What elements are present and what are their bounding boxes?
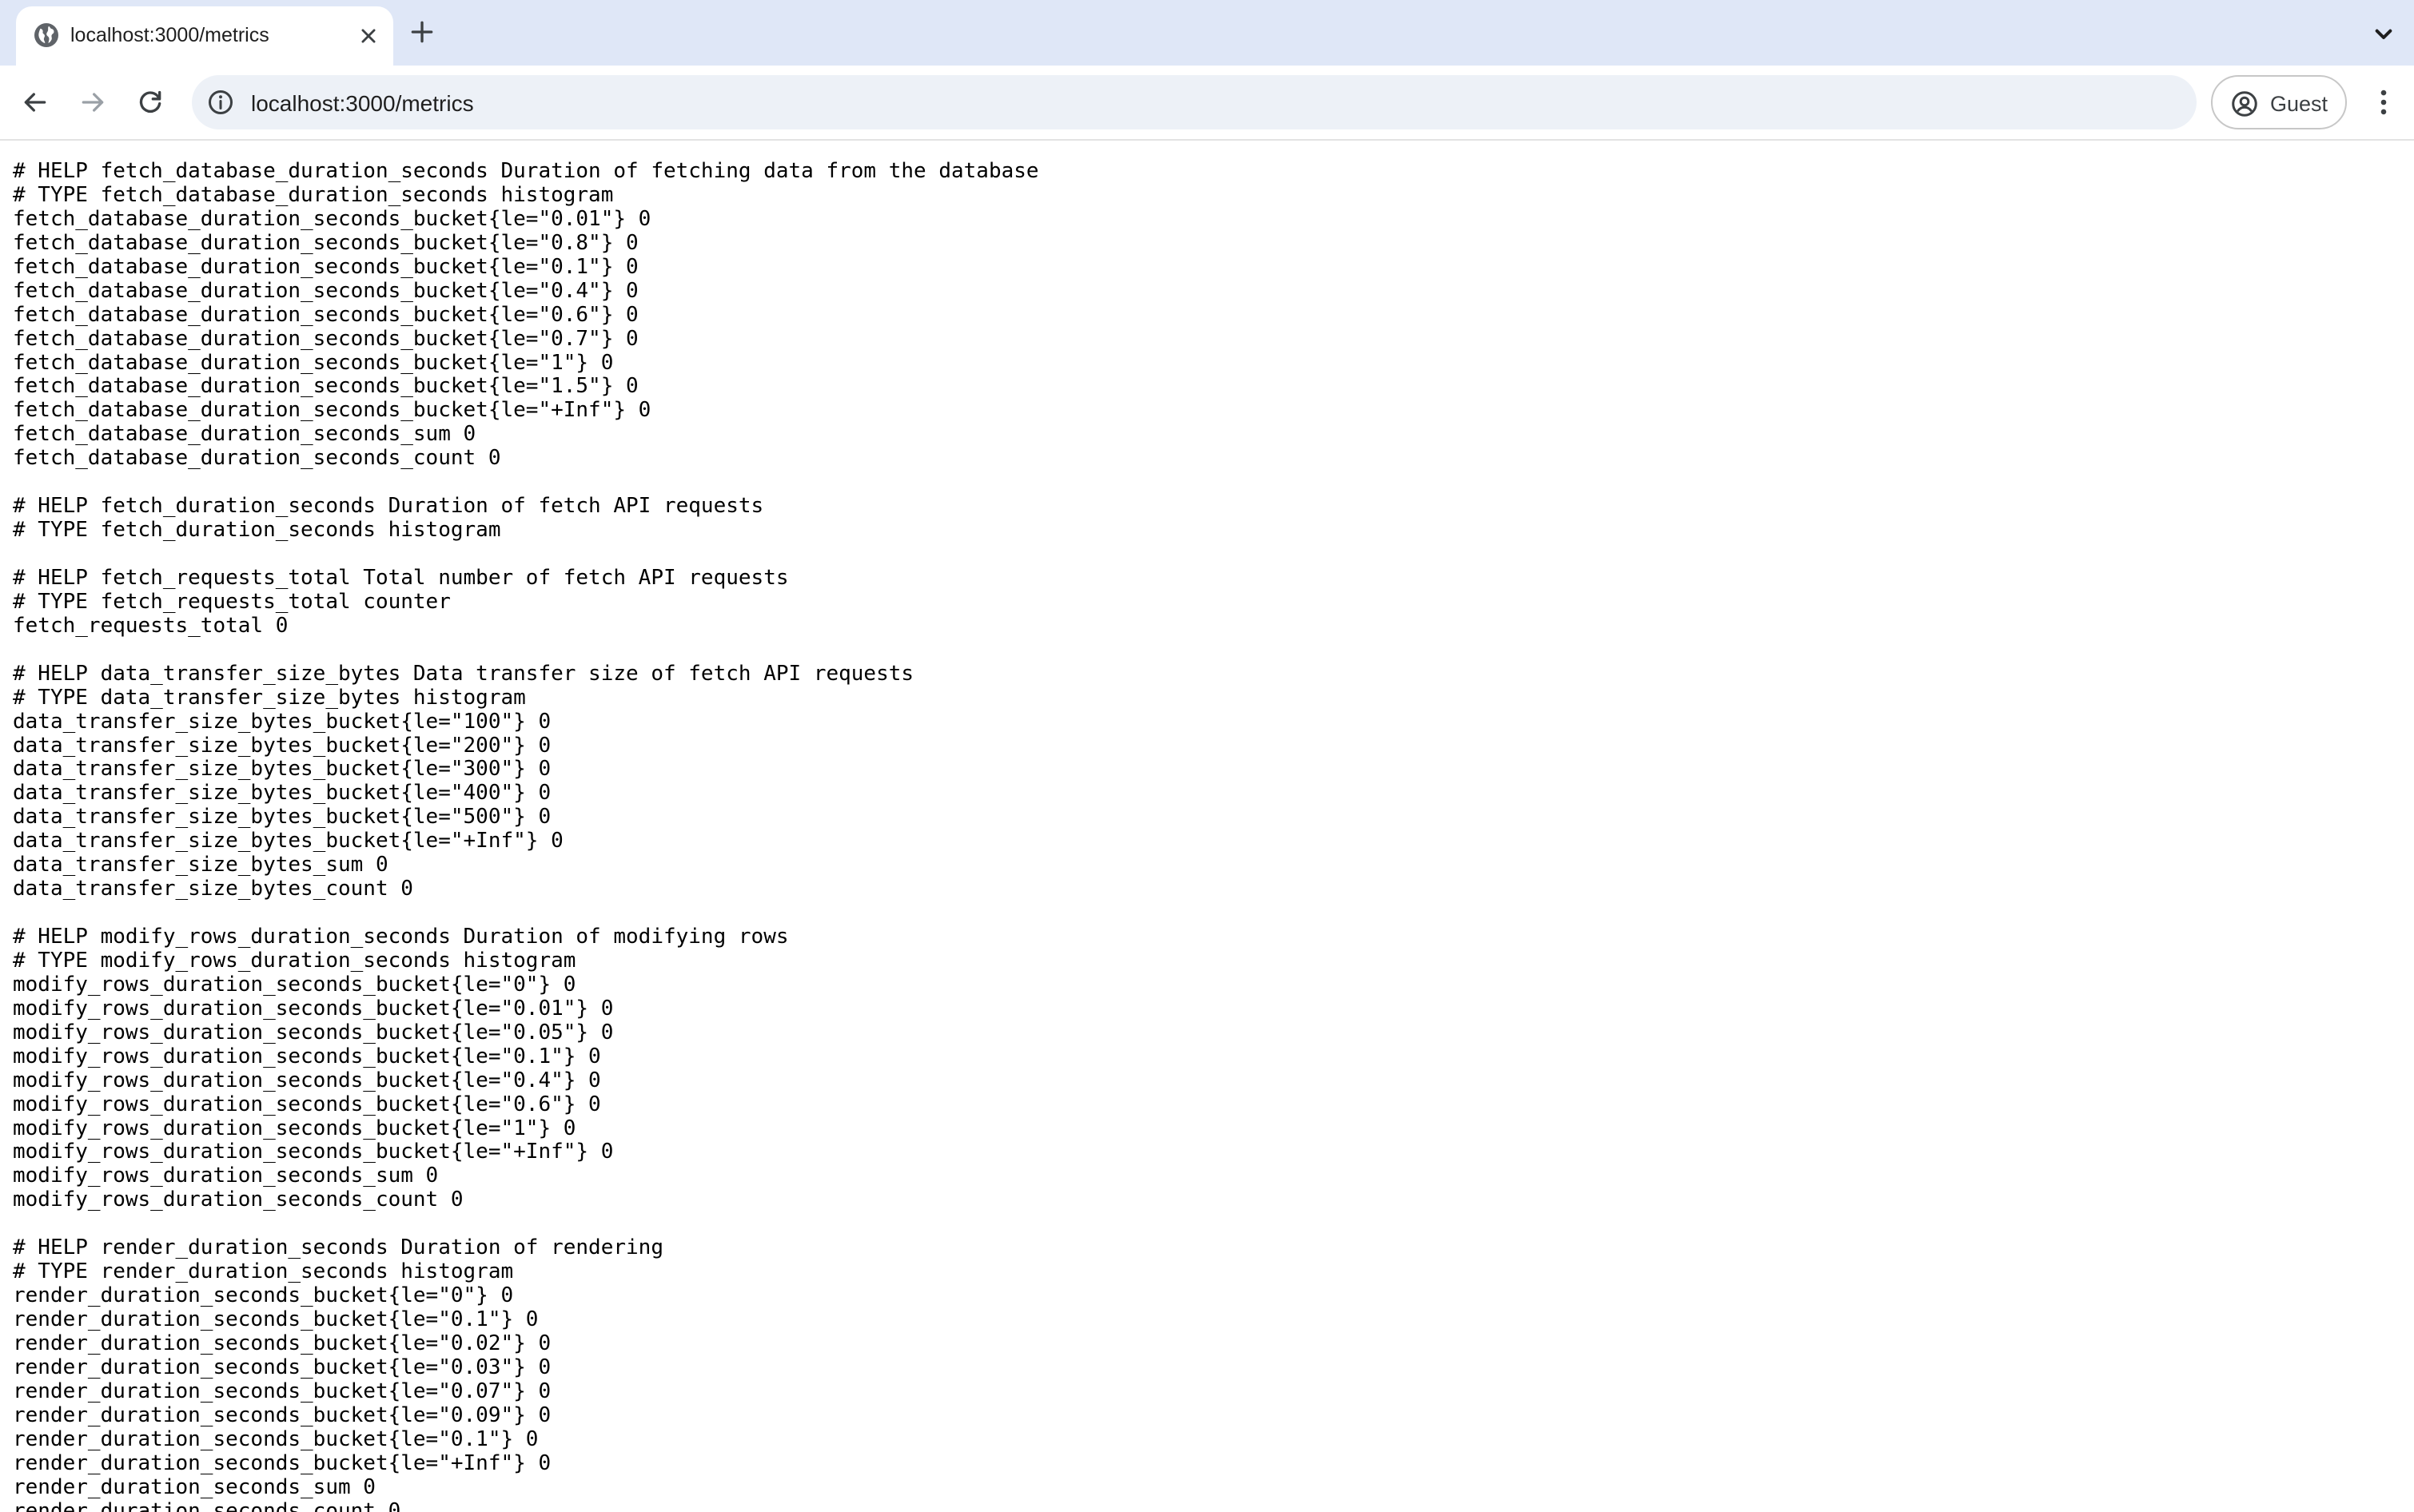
metric-sample-line: modify_rows_duration_seconds_sum 0 [13,1164,439,1188]
metric-sample-line: data_transfer_size_bytes_bucket{le="500"… [13,805,552,830]
plus-icon[interactable] [406,16,438,48]
metric-sample-line: modify_rows_duration_seconds_bucket{le="… [13,1020,614,1044]
metric-sample-line: fetch_database_duration_seconds_bucket{l… [13,350,614,375]
metric-sample-line: fetch_requests_total 0 [13,613,289,638]
metric-sample-line: modify_rows_duration_seconds_bucket{le="… [13,996,614,1021]
back-arrow-icon [24,93,46,112]
metric-sample-line: render_duration_seconds_sum 0 [13,1474,376,1499]
address-bar[interactable]: localhost:3000/metrics [192,75,2197,129]
metric-sample-line: render_duration_seconds_bucket{le="0"} 0 [13,1283,514,1308]
metric-comment-line: # HELP fetch_database_duration_seconds D… [13,160,1039,183]
more-vert-icon[interactable] [2366,83,2401,121]
metric-sample-line: data_transfer_size_bytes_count 0 [13,877,413,901]
metric-sample-line: data_transfer_size_bytes_bucket{le="100"… [13,709,552,734]
metric-sample-line: modify_rows_duration_seconds_bucket{le="… [13,1140,614,1164]
tab-strip: localhost:3000/metrics [0,0,2414,66]
metric-sample-line: data_transfer_size_bytes_bucket{le="300"… [13,757,552,782]
metric-sample-line: fetch_database_duration_seconds_bucket{l… [13,278,639,303]
metric-sample-line: render_duration_seconds_bucket{le="0.1"}… [13,1307,539,1331]
metric-sample-line: fetch_database_duration_seconds_bucket{l… [13,374,639,399]
profile-icon [2232,91,2257,117]
browser-toolbar: localhost:3000/metrics Guest [0,66,2414,141]
metric-sample-line: fetch_database_duration_seconds_bucket{l… [13,326,639,351]
reload-button[interactable] [131,83,169,121]
chevron-down-icon[interactable] [2368,18,2400,50]
metric-comment-line: # HELP modify_rows_duration_seconds Dura… [13,925,789,949]
metric-sample-line: fetch_database_duration_seconds_bucket{l… [13,254,639,279]
metric-sample-line: modify_rows_duration_seconds_bucket{le="… [13,1092,601,1116]
metric-sample-line: data_transfer_size_bytes_sum 0 [13,853,388,877]
metric-sample-line: fetch_database_duration_seconds_bucket{l… [13,398,651,423]
forward-button[interactable] [74,83,112,121]
metric-sample-line: render_duration_seconds_bucket{le="0.02"… [13,1331,552,1355]
metric-comment-line: # TYPE fetch_duration_seconds histogram [13,518,501,543]
metric-sample-line: data_transfer_size_bytes_bucket{le="400"… [13,781,552,806]
info-icon[interactable] [206,88,235,117]
globe-icon [34,23,58,47]
url-text: localhost:3000/metrics [251,91,474,116]
tab-title: localhost:3000/metrics [70,24,269,46]
metric-sample-line: modify_rows_duration_seconds_bucket{le="… [13,972,576,997]
metric-comment-line: # HELP fetch_requests_total Total number… [13,565,789,590]
metric-sample-line: fetch_database_duration_seconds_bucket{l… [13,206,651,231]
metric-sample-line: render_duration_seconds_bucket{le="0.03"… [13,1355,552,1379]
metric-comment-line: # TYPE fetch_database_duration_seconds h… [13,182,614,207]
profile-label: Guest [2270,92,2328,116]
metric-comment-line: # HELP data_transfer_size_bytes Data tra… [13,661,914,686]
metric-sample-line: render_duration_seconds_count 0 [13,1498,401,1512]
metric-sample-line: modify_rows_duration_seconds_bucket{le="… [13,1068,601,1092]
forward-arrow-icon [82,93,104,112]
metric-comment-line: # TYPE fetch_requests_total counter [13,589,451,614]
metric-comment-line: # TYPE modify_rows_duration_seconds hist… [13,948,576,973]
browser-tab[interactable]: localhost:3000/metrics [16,6,393,66]
metric-sample-line: modify_rows_duration_seconds_count 0 [13,1188,464,1212]
metric-sample-line: fetch_database_duration_seconds_bucket{l… [13,230,639,255]
metric-comment-line: # HELP fetch_duration_seconds Duration o… [13,494,764,519]
metric-sample-line: data_transfer_size_bytes_bucket{le="200"… [13,733,552,758]
metric-sample-line: fetch_database_duration_seconds_sum 0 [13,422,476,447]
metric-comment-line: # TYPE data_transfer_size_bytes histogra… [13,685,526,710]
metric-sample-line: render_duration_seconds_bucket{le="0.1"}… [13,1426,539,1451]
metric-comment-line: # HELP render_duration_seconds Duration … [13,1235,663,1260]
metric-sample-line: fetch_database_duration_seconds_bucket{l… [13,302,639,327]
back-button[interactable] [16,83,54,121]
close-icon[interactable] [355,22,382,50]
metric-sample-line: render_duration_seconds_bucket{le="0.07"… [13,1379,552,1403]
metric-sample-line: data_transfer_size_bytes_bucket{le="+Inf… [13,829,564,853]
reload-icon [139,90,161,113]
metric-comment-line: # TYPE render_duration_seconds histogram [13,1259,514,1284]
metrics-text-body: # HELP fetch_database_duration_seconds D… [13,160,2403,1512]
metric-sample-line: modify_rows_duration_seconds_bucket{le="… [13,1116,576,1140]
metric-sample-line: render_duration_seconds_bucket{le="+Inf"… [13,1450,552,1475]
metric-sample-line: fetch_database_duration_seconds_count 0 [13,446,501,471]
metric-sample-line: render_duration_seconds_bucket{le="0.09"… [13,1403,552,1427]
metric-sample-line: modify_rows_duration_seconds_bucket{le="… [13,1044,601,1068]
profile-button[interactable]: Guest [2211,75,2347,129]
